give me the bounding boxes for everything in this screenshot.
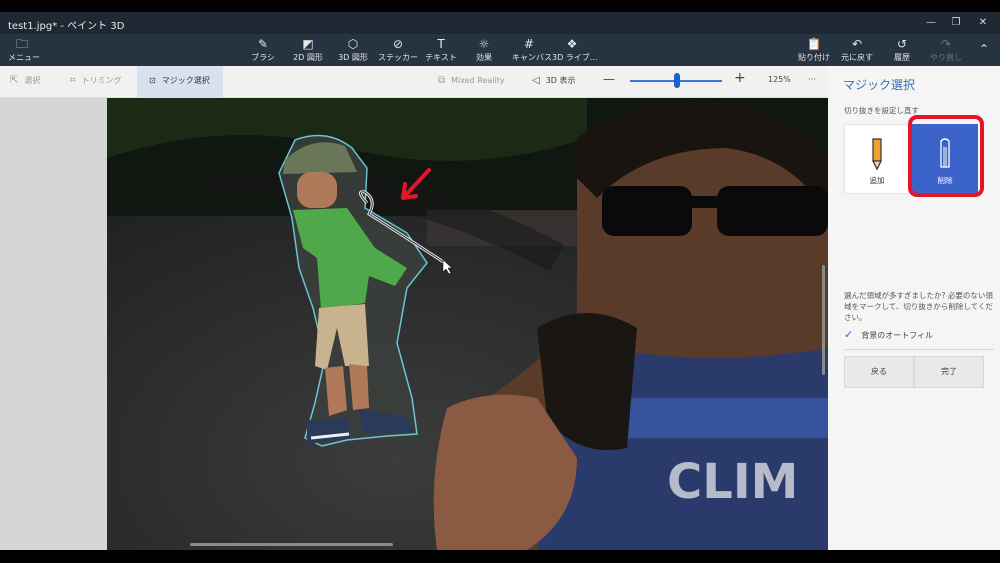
photo: CLIM	[107, 98, 828, 550]
cube-icon: ⬡	[347, 37, 359, 51]
sticker-icon: ⊘	[392, 37, 404, 51]
done-button[interactable]: 完了	[914, 356, 984, 388]
2d-shapes-tool[interactable]: ◩ 2D 図形	[288, 37, 328, 65]
window-title: test1.jpg* - ペイント 3D	[8, 21, 125, 32]
select-tool[interactable]: ⇱ 選択	[10, 75, 40, 86]
undo-button[interactable]: ↶ 元に戻す	[840, 37, 874, 65]
2d-shapes-icon: ◩	[302, 37, 314, 51]
mixed-reality-icon: ⧉	[438, 75, 446, 86]
history-button[interactable]: ↺ 履歴	[888, 37, 916, 65]
brush-tool[interactable]: ✎ ブラシ	[247, 37, 279, 65]
3d-view-button[interactable]: ◁ 3D 表示	[532, 75, 576, 86]
3d-library-tool[interactable]: ❖ 3D ライブ...	[552, 37, 597, 65]
canvas-tool[interactable]: # キャンバス	[512, 37, 552, 65]
vertical-scrollbar[interactable]	[822, 265, 825, 375]
more-options-button[interactable]: ···	[808, 75, 816, 84]
history-icon: ↺	[896, 37, 908, 51]
help-text: 選んだ領域が多すぎましたか? 必要のない領域をマークして、切り抜きから削除してく…	[844, 291, 993, 322]
canvas-icon: #	[523, 37, 535, 51]
red-highlight-annotation	[908, 115, 984, 197]
paint-3d-window: test1.jpg* - ペイント 3D — ❐ ✕ 🗀 メニュー ✎ ブラシ …	[0, 0, 1000, 563]
brush-icon: ✎	[257, 37, 269, 51]
title-bar: test1.jpg* - ペイント 3D — ❐ ✕	[0, 12, 1000, 34]
cursor-icon: ⇱	[10, 75, 19, 86]
magic-select-icon: ⊡	[149, 76, 156, 85]
text-tool[interactable]: T テキスト	[424, 37, 458, 65]
workspace-background	[0, 98, 107, 550]
paste-button[interactable]: 📋 貼り付け	[798, 37, 830, 65]
folder-icon: 🗀	[15, 37, 28, 51]
autofill-checkbox[interactable]: ✓ 背景のオートフィル	[844, 328, 933, 341]
back-button[interactable]: 戻る	[844, 356, 914, 388]
divider	[844, 349, 994, 350]
panel-subtitle: 切り抜きを設定し直す	[844, 106, 919, 115]
ribbon: 🗀 メニュー ✎ ブラシ ◩ 2D 図形 ⬡ 3D 図形 ⊘ ステッカー T テ…	[0, 34, 1000, 66]
redo-icon: ↷	[940, 37, 952, 51]
add-button[interactable]: 追加	[844, 124, 910, 194]
undo-icon: ↶	[851, 37, 863, 51]
clipboard-icon: 📋	[806, 37, 822, 51]
close-button[interactable]: ✕	[970, 15, 996, 31]
checkmark-icon: ✓	[844, 328, 854, 341]
zoom-in-button[interactable]: +	[734, 70, 746, 86]
mixed-reality-button[interactable]: ⧉ Mixed Reality	[438, 75, 505, 86]
panel-title: マジック選択	[843, 78, 916, 92]
horizontal-scrollbar[interactable]	[190, 543, 393, 546]
image-canvas[interactable]: CLIM	[107, 98, 828, 550]
redo-button[interactable]: ↷ やり直し	[928, 37, 964, 65]
zoom-out-button[interactable]: —	[603, 72, 615, 86]
magic-select-toolbar: ⇱ 選択 ⌗ トリミング ⧉ Mixed Reality ◁ 3D 表示 — + 125…	[0, 66, 828, 98]
pencil-icon	[872, 138, 882, 171]
minimize-button[interactable]: —	[918, 15, 944, 31]
menu-button[interactable]: 🗀 メニュー	[8, 37, 40, 65]
stickers-tool[interactable]: ⊘ ステッカー	[378, 37, 418, 65]
text-icon: T	[437, 37, 445, 51]
3d-view-icon: ◁	[532, 75, 540, 86]
library-icon: ❖	[566, 37, 578, 51]
shirt-text: CLIM	[667, 454, 798, 510]
crop-tool[interactable]: ⌗ トリミング	[70, 75, 122, 86]
zoom-value: 125%	[768, 75, 791, 84]
bottom-bar	[0, 550, 1000, 563]
zoom-slider-thumb[interactable]	[674, 73, 680, 88]
magic-select-tool[interactable]: ⊡ マジック選択	[137, 66, 223, 97]
sun-icon: ☼	[478, 37, 490, 51]
maximize-button[interactable]: ❐	[943, 15, 969, 31]
3d-shapes-tool[interactable]: ⬡ 3D 図形	[334, 37, 372, 65]
effects-tool[interactable]: ☼ 効果	[470, 37, 498, 65]
crop-icon: ⌗	[70, 75, 76, 86]
